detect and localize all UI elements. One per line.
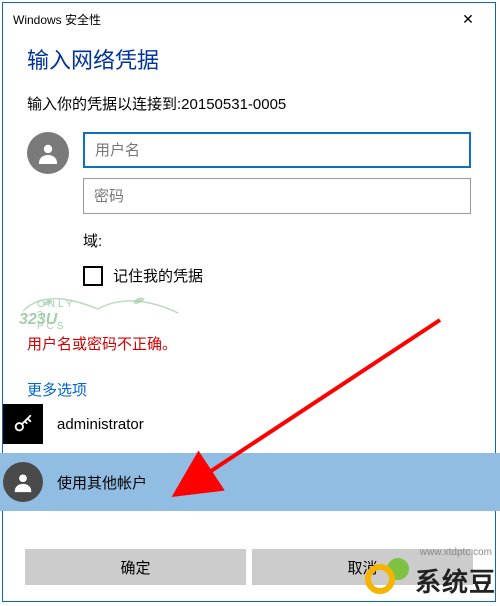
account-item-other[interactable]: 使用其他帐户 <box>0 453 500 511</box>
account-item-saved[interactable]: administrator <box>0 395 500 453</box>
person-icon <box>36 141 60 165</box>
remember-checkbox[interactable] <box>83 266 103 286</box>
account-label: 使用其他帐户 <box>57 472 147 493</box>
password-input[interactable] <box>83 178 471 214</box>
remember-credentials-row[interactable]: 记住我的凭据 <box>83 265 471 286</box>
remember-label: 记住我的凭据 <box>113 265 203 286</box>
leaf-decor-icon <box>13 291 213 327</box>
close-button[interactable]: ✕ <box>447 5 489 33</box>
person-icon <box>12 471 34 493</box>
brand-domain: www.xtdptc.com <box>420 547 492 558</box>
site-branding: 系统豆 <box>365 558 496 602</box>
username-input[interactable] <box>83 132 471 168</box>
credential-dialog: Windows 安全性 ✕ 输入网络凭据 输入你的凭据以连接到:20150531… <box>2 2 496 602</box>
key-icon <box>12 413 34 435</box>
other-user-avatar <box>3 462 43 502</box>
dialog-heading: 输入网络凭据 <box>27 43 471 75</box>
window-title: Windows 安全性 <box>13 11 101 28</box>
brand-name: 系统豆 <box>415 562 496 599</box>
titlebar: Windows 安全性 ✕ <box>3 3 495 35</box>
watermark-big-text: 323U <box>19 311 57 329</box>
credential-row: 域: 记住我的凭据 <box>27 132 471 296</box>
key-icon-box <box>3 404 43 444</box>
target-host: 20150531-0005 <box>181 96 286 113</box>
error-message: 用户名或密码不正确。 <box>27 333 177 354</box>
watermark-small-text: ONLY 3 PCS <box>37 299 75 332</box>
subtitle-prefix: 输入你的凭据以连接到: <box>27 96 181 113</box>
domain-label: 域: <box>83 230 471 251</box>
account-label: administrator <box>57 416 144 433</box>
dialog-subtitle: 输入你的凭据以连接到:20150531-0005 <box>27 93 471 114</box>
close-icon: ✕ <box>462 11 474 28</box>
brand-logo-icon <box>365 558 409 602</box>
dialog-content: 输入网络凭据 输入你的凭据以连接到:20150531-0005 域: 记住我的凭… <box>3 35 495 296</box>
credential-fields: 域: 记住我的凭据 <box>83 132 471 296</box>
account-list: administrator 使用其他帐户 <box>0 395 500 511</box>
ok-button[interactable]: 确定 <box>25 549 246 585</box>
user-avatar <box>27 132 69 174</box>
